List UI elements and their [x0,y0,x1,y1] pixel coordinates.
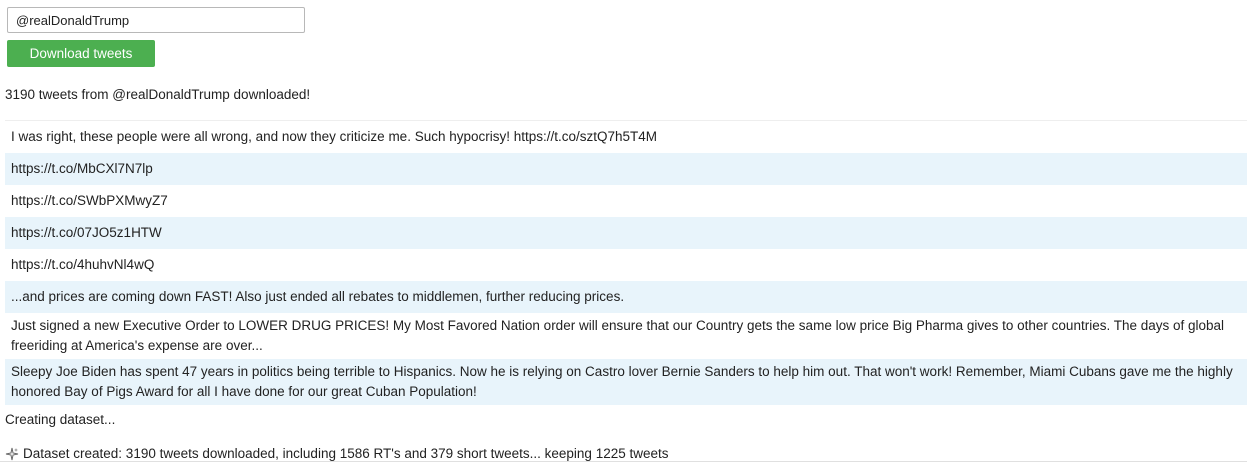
tweet-row: https://t.co/SWbPXMwyZ7 [11,193,168,208]
dataset-created-text: Dataset created: 3190 tweets downloaded,… [23,446,669,461]
tweet-row: https://t.co/07JO5z1HTW [5,217,1247,249]
tweet-row: ...and prices are coming down FAST! Also… [5,281,1247,313]
download-status-text: 3190 tweets from @realDonaldTrump downlo… [5,87,311,102]
tweet-row: https://t.co/MbCXl7N7lp [5,153,1247,185]
twitter-handle-input[interactable] [7,7,305,33]
sparkle-icon [5,447,19,461]
download-tweets-button[interactable]: Download tweets [7,40,155,67]
tweet-row: Sleepy Joe Biden has spent 47 years in p… [5,359,1247,405]
dataset-created-status: Dataset created: 3190 tweets downloaded,… [5,446,669,461]
tweet-row: Just signed a new Executive Order to LOW… [11,318,1225,353]
tweet-row: https://t.co/4huhvNl4wQ [11,257,155,272]
tweet-list: I was right, these people were all wrong… [5,120,1247,405]
tweet-row: I was right, these people were all wrong… [11,129,658,144]
bottom-divider [0,461,1247,462]
creating-dataset-status: Creating dataset... [5,412,116,427]
